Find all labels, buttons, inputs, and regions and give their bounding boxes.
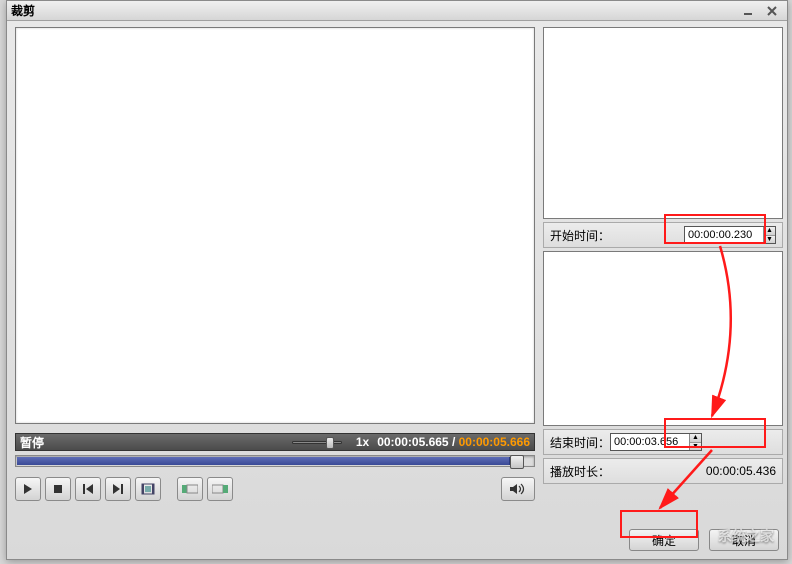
minimize-button[interactable] bbox=[737, 4, 759, 18]
watermark: 系统之家 bbox=[718, 526, 774, 546]
ok-button[interactable]: 确定 bbox=[629, 529, 699, 551]
video-preview[interactable] bbox=[15, 27, 535, 424]
window-title: 裁剪 bbox=[11, 2, 35, 19]
start-time-up[interactable]: ▲ bbox=[764, 227, 775, 236]
end-time-up[interactable]: ▲ bbox=[690, 434, 701, 443]
start-time-spinner[interactable]: ▲ ▼ bbox=[684, 226, 776, 244]
trim-dialog: 裁剪 暂停 1x 00:00:05.665 / 00:00:05.666 bbox=[6, 0, 788, 560]
mark-out-button[interactable] bbox=[207, 477, 233, 501]
mark-out-icon bbox=[212, 483, 228, 495]
next-frame-button[interactable] bbox=[105, 477, 131, 501]
end-time-down[interactable]: ▼ bbox=[690, 443, 701, 451]
play-icon bbox=[23, 484, 33, 494]
close-icon bbox=[766, 5, 778, 17]
right-panel: 开始时间： ▲ ▼ 结束时间： ▲ ▼ bbox=[543, 27, 783, 549]
start-time-input[interactable] bbox=[685, 227, 763, 243]
prev-frame-button[interactable] bbox=[75, 477, 101, 501]
play-button[interactable] bbox=[15, 477, 41, 501]
stop-icon bbox=[53, 484, 63, 494]
end-time-label: 结束时间： bbox=[550, 434, 610, 451]
seek-handle[interactable] bbox=[510, 455, 524, 469]
mark-in-button[interactable] bbox=[177, 477, 203, 501]
start-time-down[interactable]: ▼ bbox=[764, 236, 775, 244]
duration-label: 播放时长： bbox=[550, 463, 610, 480]
end-time-spinner[interactable]: ▲ ▼ bbox=[610, 433, 702, 451]
minimize-icon bbox=[742, 5, 754, 17]
duration-value: 00:00:05.436 bbox=[610, 464, 776, 478]
film-icon bbox=[141, 483, 155, 495]
content-area: 暂停 1x 00:00:05.665 / 00:00:05.666 bbox=[13, 27, 781, 549]
seek-fill bbox=[17, 457, 510, 465]
end-frame-preview[interactable] bbox=[543, 251, 783, 426]
volume-icon bbox=[509, 483, 527, 495]
mark-in-icon bbox=[182, 483, 198, 495]
stop-button[interactable] bbox=[45, 477, 71, 501]
close-button[interactable] bbox=[761, 4, 783, 18]
duration-row: 播放时长： 00:00:05.436 bbox=[543, 458, 783, 484]
volume-button[interactable] bbox=[501, 477, 535, 501]
end-time-row: 结束时间： ▲ ▼ bbox=[543, 429, 783, 455]
video-status-bar: 暂停 1x 00:00:05.665 / 00:00:05.666 bbox=[15, 433, 535, 451]
total-time: 00:00:05.666 bbox=[459, 435, 530, 449]
end-time-input[interactable] bbox=[611, 434, 689, 450]
playback-controls bbox=[15, 475, 535, 503]
prev-icon bbox=[82, 484, 94, 494]
next-icon bbox=[112, 484, 124, 494]
time-display: 00:00:05.665 / 00:00:05.666 bbox=[377, 435, 530, 449]
start-time-row: 开始时间： ▲ ▼ bbox=[543, 222, 783, 248]
playback-state-label: 暂停 bbox=[20, 434, 44, 451]
start-frame-preview[interactable] bbox=[543, 27, 783, 219]
speed-slider-thumb[interactable] bbox=[326, 437, 334, 449]
speed-slider[interactable] bbox=[292, 435, 342, 449]
current-time: 00:00:05.665 bbox=[377, 435, 448, 449]
start-time-label: 开始时间： bbox=[550, 227, 610, 244]
seek-bar[interactable] bbox=[15, 455, 535, 467]
speed-value: 1x bbox=[356, 435, 369, 449]
titlebar[interactable]: 裁剪 bbox=[7, 1, 787, 21]
film-button[interactable] bbox=[135, 477, 161, 501]
